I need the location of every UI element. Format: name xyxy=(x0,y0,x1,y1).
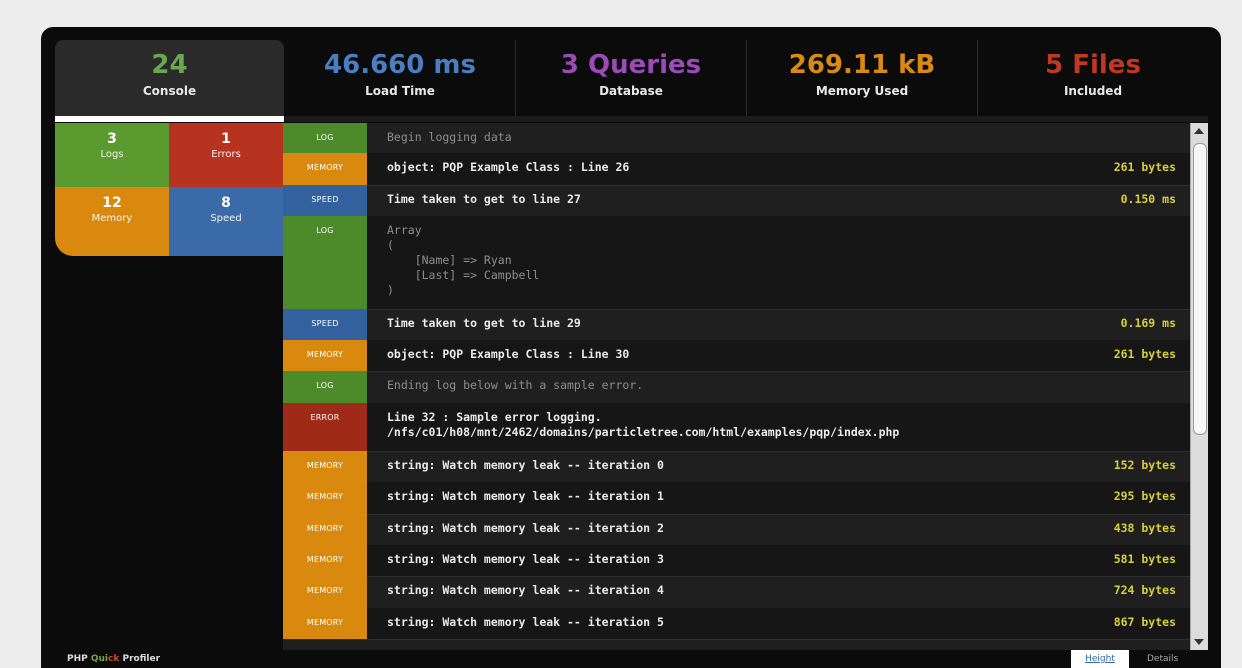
log-row: LOG Ending log below with a sample error. xyxy=(283,371,1190,404)
height-toggle-link[interactable]: Height xyxy=(1071,650,1129,668)
console-log-list[interactable]: LOG Begin logging data MEMORY object: PQP E… xyxy=(283,123,1190,650)
log-message: Line 32 : Sample error logging. /nfs/c01… xyxy=(387,410,900,439)
stat-memory-label: Memory xyxy=(91,213,133,224)
tab-memory-label: Memory Used xyxy=(815,84,909,98)
stat-logs[interactable]: 3 Logs xyxy=(55,123,169,187)
brand-php: PHP xyxy=(67,654,88,664)
stat-speed-label: Speed xyxy=(210,213,242,224)
stat-memory[interactable]: 12 Memory xyxy=(55,187,169,256)
log-message: string: Watch memory leak -- iteration 3 xyxy=(387,552,664,566)
log-message: object: PQP Example Class : Line 26 xyxy=(387,160,630,174)
log-message: Begin logging data xyxy=(387,130,512,144)
log-row: MEMORY object: PQP Example Class : Line 2… xyxy=(283,153,1190,186)
log-row: SPEED Time taken to get to line 29 0.169 m… xyxy=(283,309,1190,341)
log-row: MEMORY string: Watch memory leak -- itera… xyxy=(283,545,1190,577)
log-type-badge: MEMORY xyxy=(283,340,367,371)
tab-console-label: Console xyxy=(142,84,197,98)
log-message: Time taken to get to line 27 xyxy=(387,192,581,206)
log-type-badge: SPEED xyxy=(283,185,367,216)
brand-quick-part-2: ck xyxy=(108,654,120,664)
active-tab-indicator xyxy=(55,116,284,122)
log-row: MEMORY string: Watch memory leak -- itera… xyxy=(283,608,1190,640)
console-stats: 3 Logs 1 Errors 12 Memory 8 Speed xyxy=(55,123,283,256)
log-message: Time taken to get to line 29 xyxy=(387,316,581,330)
stat-logs-count: 3 xyxy=(107,131,117,147)
tab-load-time-label: Load Time xyxy=(365,84,435,98)
log-message: Ending log below with a sample error. xyxy=(387,378,644,392)
log-value: 581 bytes xyxy=(1113,552,1176,566)
tab-included[interactable]: 5 Files Included xyxy=(978,40,1208,116)
log-value: 867 bytes xyxy=(1113,615,1176,629)
log-row: MEMORY string: Watch memory leak -- itera… xyxy=(283,514,1190,546)
tab-underline xyxy=(285,116,1208,122)
log-row: MEMORY string: Watch memory leak -- itera… xyxy=(283,451,1190,483)
log-message: string: Watch memory leak -- iteration 4 xyxy=(387,583,664,597)
log-value: 0.150 ms xyxy=(1120,192,1176,206)
log-type-badge: MEMORY xyxy=(283,482,367,514)
log-row: ERROR Line 32 : Sample error logging. /nf… xyxy=(283,403,1190,452)
log-scrollbar[interactable] xyxy=(1190,123,1208,650)
stat-speed-count: 8 xyxy=(221,195,231,211)
log-value: 261 bytes xyxy=(1113,347,1176,361)
scroll-up-icon[interactable] xyxy=(1194,128,1204,134)
tab-memory-value: 269.11 kB xyxy=(788,50,936,80)
brand-quick-part-1: Qui xyxy=(90,654,109,664)
log-message: string: Watch memory leak -- iteration 2 xyxy=(387,521,664,535)
log-row: LOG Begin logging data xyxy=(283,123,1190,154)
profiler-tabs: 24 Console 46.660 ms Load Time 3 Queries… xyxy=(41,27,1221,121)
log-type-badge: MEMORY xyxy=(283,514,367,545)
log-type-badge: LOG xyxy=(283,216,367,309)
log-value: 261 bytes xyxy=(1113,160,1176,174)
log-type-badge: ERROR xyxy=(283,403,367,451)
log-value: 724 bytes xyxy=(1113,583,1176,597)
stat-errors-label: Errors xyxy=(211,149,241,160)
log-value: 152 bytes xyxy=(1113,458,1176,472)
log-type-badge: LOG xyxy=(283,123,367,153)
log-type-badge: LOG xyxy=(283,371,367,403)
profiler-window: 24 Console 46.660 ms Load Time 3 Queries… xyxy=(41,27,1221,668)
tab-included-label: Included xyxy=(1063,84,1123,98)
brand-profiler: Profiler xyxy=(122,654,161,664)
tab-database-value: 3 Queries xyxy=(560,50,702,80)
log-type-badge: MEMORY xyxy=(283,608,367,639)
log-value: 0.169 ms xyxy=(1120,316,1176,330)
stat-errors[interactable]: 1 Errors xyxy=(169,123,283,187)
stat-memory-count: 12 xyxy=(102,195,122,211)
log-row: LOG Array ( [Name] => Ryan [Last] => Camp… xyxy=(283,216,1190,310)
log-message: string: Watch memory leak -- iteration 1 xyxy=(387,489,664,503)
log-row: MEMORY string: Watch memory leak -- itera… xyxy=(283,576,1190,609)
log-message: Array ( [Name] => Ryan [Last] => Campbel… xyxy=(387,223,540,297)
stat-logs-label: Logs xyxy=(100,149,124,160)
tab-memory-used[interactable]: 269.11 kB Memory Used xyxy=(747,40,978,116)
log-row: SPEED Time taken to get to line 27 0.150 m… xyxy=(283,185,1190,217)
stat-speed[interactable]: 8 Speed xyxy=(169,187,283,256)
log-type-badge: MEMORY xyxy=(283,153,367,185)
stat-errors-count: 1 xyxy=(221,131,231,147)
log-message: string: Watch memory leak -- iteration 0 xyxy=(387,458,664,472)
log-type-badge: MEMORY xyxy=(283,451,367,482)
tab-console-value: 24 xyxy=(151,50,188,80)
log-message: string: Watch memory leak -- iteration 5 xyxy=(387,615,664,629)
details-toggle-link[interactable]: Details xyxy=(1147,654,1178,664)
log-row: MEMORY string: Watch memory leak -- itera… xyxy=(283,482,1190,515)
log-type-badge: MEMORY xyxy=(283,545,367,576)
tab-load-time-value: 46.660 ms xyxy=(324,50,476,80)
tab-load-time[interactable]: 46.660 ms Load Time xyxy=(285,40,516,116)
tab-database[interactable]: 3 Queries Database xyxy=(516,40,747,116)
log-type-badge: MEMORY xyxy=(283,576,367,608)
log-row: MEMORY object: PQP Example Class : Line 3… xyxy=(283,340,1190,372)
log-value: 295 bytes xyxy=(1113,489,1176,503)
log-message: object: PQP Example Class : Line 30 xyxy=(387,347,630,361)
profiler-footer: PHP Quick Profiler Height Details xyxy=(41,650,1221,668)
log-value: 438 bytes xyxy=(1113,521,1176,535)
scroll-thumb[interactable] xyxy=(1193,143,1207,435)
tab-database-label: Database xyxy=(599,84,663,98)
profiler-brand: PHP Quick Profiler xyxy=(67,654,160,664)
scroll-down-icon[interactable] xyxy=(1194,639,1204,645)
tab-included-value: 5 Files xyxy=(1045,50,1141,80)
log-type-badge: SPEED xyxy=(283,309,367,340)
tab-console[interactable]: 24 Console xyxy=(55,40,284,116)
